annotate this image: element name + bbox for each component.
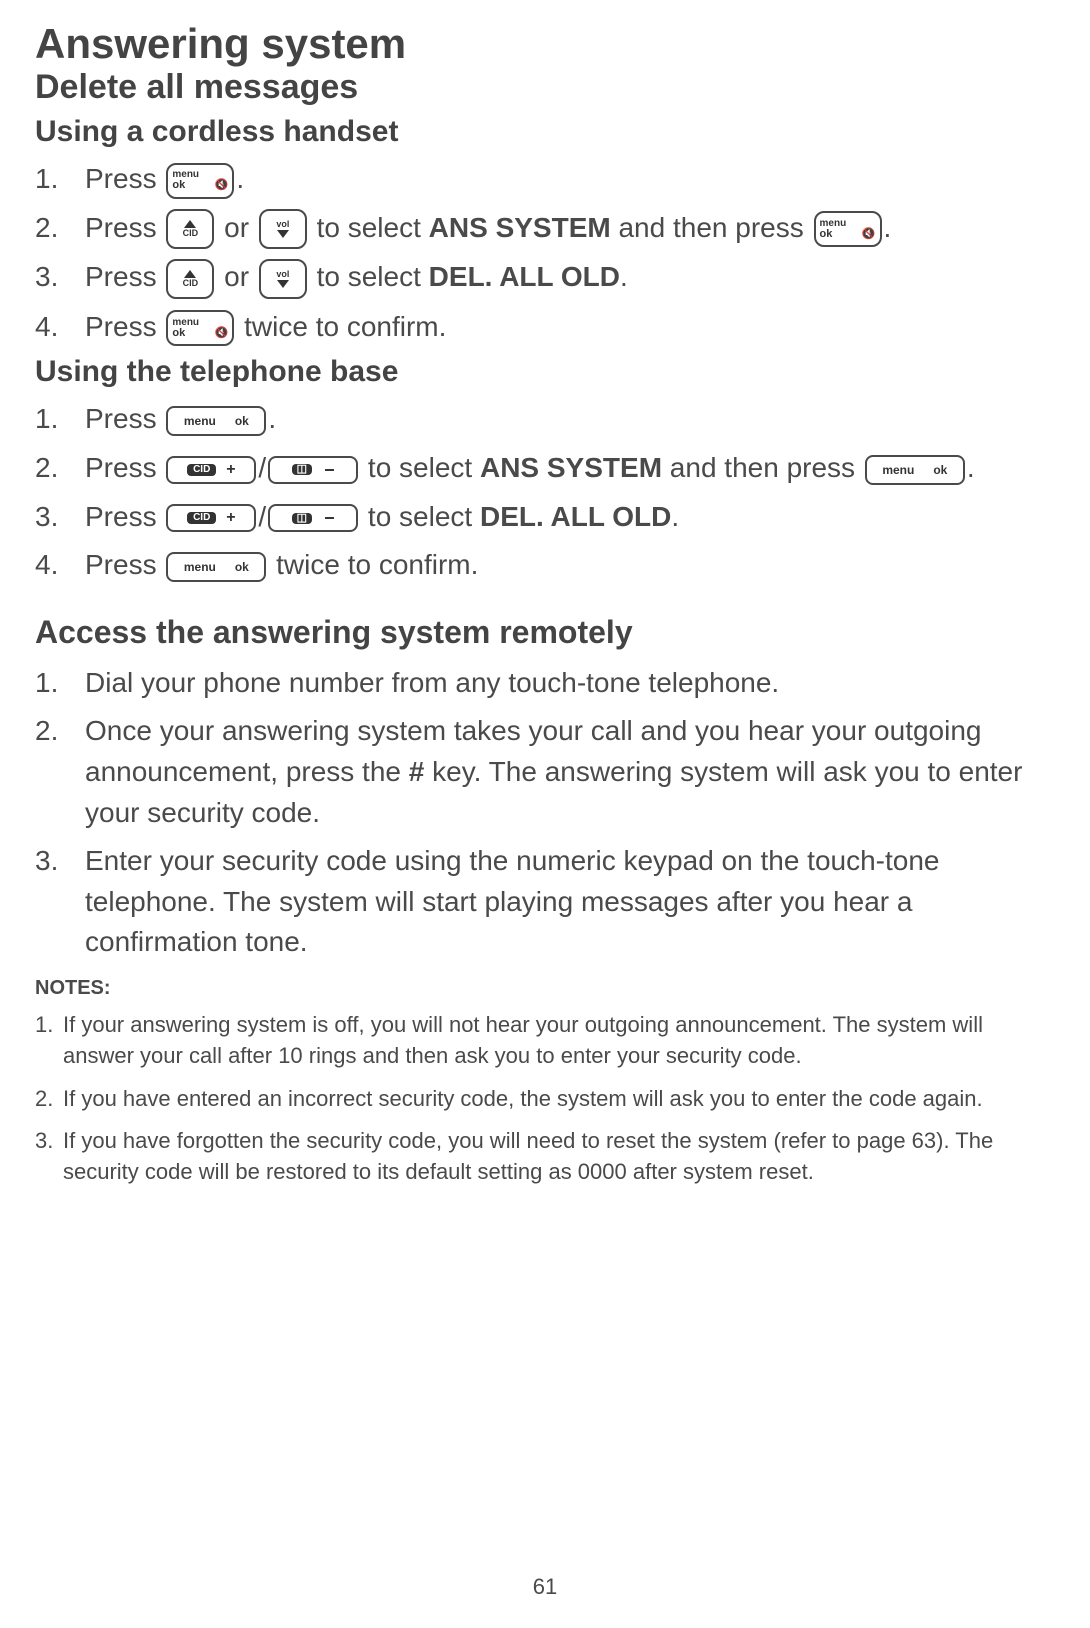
cid-up-icon: CID [166,259,214,299]
mute-icon: 🔇 [215,328,229,339]
remote-step-1: Dial your phone number from any touch-to… [35,663,1055,704]
base-steps: Press menuok. Press CID+/◫− to select AN… [35,399,1055,585]
mute-icon: 🔇 [215,180,229,191]
handset-step-2: Press CID or vol to select ANS SYSTEM an… [35,208,1055,250]
base-step-2: Press CID+/◫− to select ANS SYSTEM and t… [35,448,1055,489]
remote-step-2: Once your answering system takes your ca… [35,711,1055,833]
base-cid-plus-icon: CID+ [166,504,256,532]
handset-step-3: Press CID or vol to select DEL. ALL OLD. [35,257,1055,299]
base-book-minus-icon: ◫− [268,456,358,484]
mute-icon: 🔇 [862,229,876,240]
base-cid-plus-icon: CID+ [166,456,256,484]
notes-list: If your answering system is off, you wil… [35,1010,1055,1188]
base-step-3: Press CID+/◫− to select DEL. ALL OLD. [35,497,1055,538]
base-step-4: Press menuok twice to confirm. [35,545,1055,586]
base-book-minus-icon: ◫− [268,504,358,532]
section-delete-heading: Delete all messages [35,68,1055,107]
cid-up-icon: CID [166,209,214,249]
subsection-handset: Using a cordless handset [35,115,1055,149]
section-remote-heading: Access the answering system remotely [35,614,1055,651]
page-number: 61 [533,1574,557,1600]
handset-step-4: Press menuok🔇 twice to confirm. [35,307,1055,348]
remote-step-3: Enter your security code using the numer… [35,841,1055,963]
vol-down-icon: vol [259,259,307,299]
remote-steps: Dial your phone number from any touch-to… [35,663,1055,963]
note-1: If your answering system is off, you wil… [35,1010,1055,1072]
note-2: If you have entered an incorrect securit… [35,1084,1055,1115]
book-icon: ◫ [292,464,312,475]
menu-ok-icon: menuok🔇 [166,163,234,199]
note-3: If you have forgotten the security code,… [35,1126,1055,1188]
base-menu-ok-icon: menuok [166,406,266,436]
vol-down-icon: vol [259,209,307,249]
menu-ok-icon: menuok🔇 [166,310,234,346]
base-step-1: Press menuok. [35,399,1055,440]
base-menu-ok-icon: menuok [865,455,965,485]
menu-ok-icon: menuok🔇 [814,211,882,247]
handset-step-1: Press menuok🔇. [35,159,1055,200]
page-title: Answering system [35,20,1055,68]
notes-heading: NOTES: [35,977,1055,1000]
base-menu-ok-icon: menuok [166,552,266,582]
subsection-base: Using the telephone base [35,355,1055,389]
book-icon: ◫ [292,513,312,524]
handset-steps: Press menuok🔇. Press CID or vol to selec… [35,159,1055,347]
